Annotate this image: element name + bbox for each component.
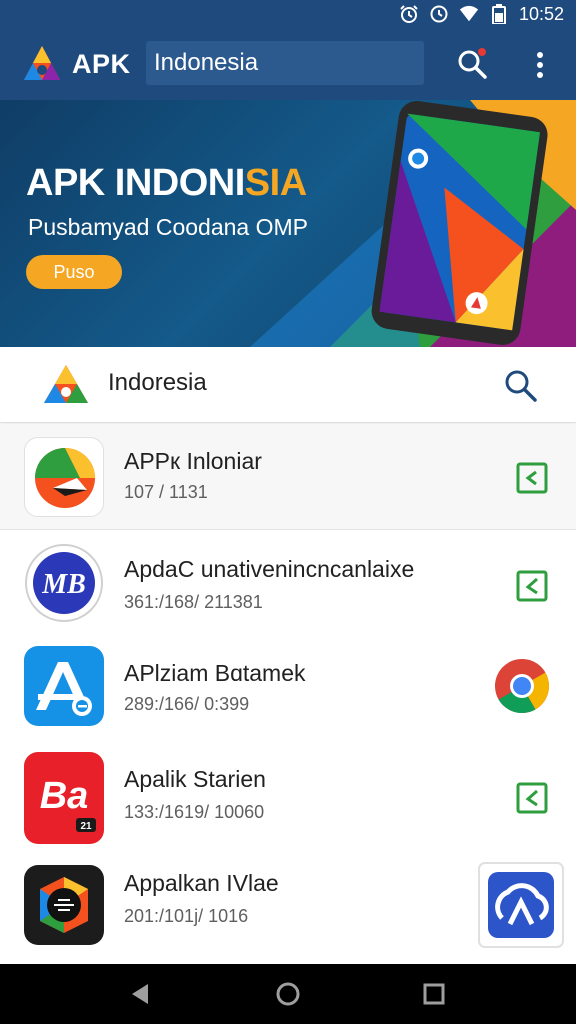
install-check-icon[interactable] [516, 462, 548, 494]
more-vert-icon[interactable] [528, 50, 552, 80]
list-item[interactable]: APPк Inlonіar 107 / 1131 [0, 424, 576, 530]
banner-subtitle: Pusbamyad Coodana OMP [28, 214, 308, 240]
notification-dot [478, 48, 486, 56]
app-name: Appalkan IVlae [124, 870, 279, 896]
app-meta: 289:/166/ 0:399 [124, 694, 250, 714]
back-icon[interactable] [124, 978, 156, 1010]
status-time: 10:52 [518, 3, 564, 24]
dark-app-icon [24, 865, 104, 945]
alarm-icon [399, 4, 419, 24]
app-title: APK [72, 48, 131, 79]
svg-text:MB: MB [41, 569, 86, 600]
home-icon[interactable] [272, 978, 304, 1010]
cloud-app-icon[interactable] [478, 862, 564, 948]
status-bar: 10:52 [0, 0, 576, 28]
app-name: APlzіam Bɑtamek [124, 660, 306, 686]
apk-logo-icon [24, 46, 60, 80]
triangle-app-icon [24, 437, 104, 517]
app-list: APPк Inlonіar 107 / 1131 MB ApdaC unativ… [0, 424, 576, 964]
clock-icon [429, 4, 449, 24]
section-title: Indoresia [108, 369, 207, 396]
app-name: APPк Inlonіar [124, 448, 262, 474]
search-icon[interactable] [502, 367, 538, 403]
battery-icon [489, 4, 509, 24]
list-item[interactable]: APlzіam Bɑtamek 289:/166/ 0:399 [0, 636, 576, 742]
list-item[interactable]: Ba 21 Apalik Starien 133:/1619/ 10060 [0, 742, 576, 848]
navigation-bar [0, 964, 576, 1024]
chrome-icon[interactable] [494, 658, 550, 714]
app-name: Apalik Starien [124, 766, 266, 792]
list-item[interactable]: Appalkan IVlae 201:/101j/ 1016 [0, 854, 576, 960]
wifi-icon [459, 4, 479, 24]
app-bar: APK Indonesia [0, 28, 576, 100]
app-name: ApdaC unativenincncanlaixe [124, 556, 415, 582]
banner-title-highlight: SIA [244, 162, 307, 204]
promo-banner[interactable]: APK INDONISIA Pusbamyad Coodana OMP Puso [0, 100, 576, 347]
svg-text:Ba: Ba [40, 775, 89, 817]
app-meta: 107 / 1131 [124, 482, 208, 502]
banner-title: APK INDONISIA [26, 162, 307, 205]
ae-app-icon [24, 646, 104, 726]
app-meta: 133:/1619/ 10060 [124, 802, 265, 822]
install-check-icon[interactable] [516, 570, 548, 602]
banner-button[interactable]: Puso [26, 255, 122, 289]
apk-logo-icon [44, 365, 88, 403]
ba-app-icon: Ba 21 [24, 752, 104, 844]
install-check-icon[interactable] [516, 782, 548, 814]
section-header: Indoresia [0, 347, 576, 423]
app-meta: 201:/101j/ 1016 [124, 906, 249, 926]
search-input[interactable]: Indonesia [146, 41, 424, 85]
mb-app-icon: MB [24, 543, 104, 623]
app-meta: 361:/168/ 211381 [124, 592, 263, 612]
list-item[interactable]: MB ApdaC unativenincncanlaixe 361:/168/ … [0, 530, 576, 636]
svg-text:21: 21 [80, 821, 92, 832]
recents-icon[interactable] [418, 978, 450, 1010]
banner-title-main: APK INDONI [26, 162, 245, 204]
